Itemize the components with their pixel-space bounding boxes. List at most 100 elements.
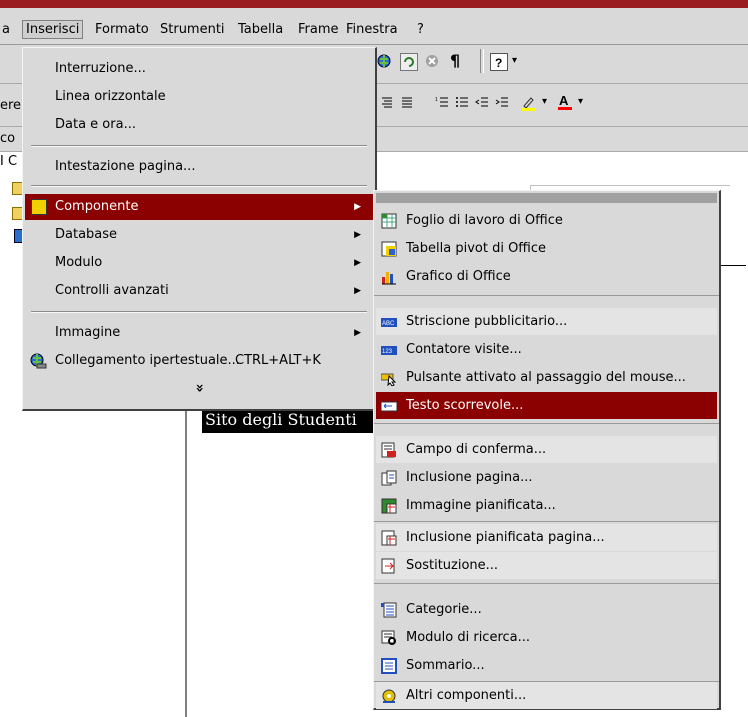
- include-page-icon: [381, 470, 397, 486]
- editor-rule: [530, 185, 730, 186]
- pilcrow-icon[interactable]: ¶: [450, 51, 460, 70]
- menu-frame[interactable]: Frame: [298, 22, 339, 37]
- submenu-item-label: Contatore visite...: [406, 342, 522, 357]
- folder-list-header-fragment: I C: [0, 154, 18, 169]
- submenu-item-altri-componenti[interactable]: Altri componenti...: [376, 682, 717, 709]
- submenu-item-categorie[interactable]: Categorie...: [376, 596, 717, 623]
- justify-icon[interactable]: [400, 96, 414, 110]
- toolbar-separator: [480, 49, 484, 73]
- submenu-item-label: Tabella pivot di Office: [406, 241, 547, 256]
- menu-formato[interactable]: Formato: [95, 22, 149, 37]
- menu-item-label: Data e ora...: [55, 117, 136, 132]
- component-submenu: Foglio di lavoro di Office Tabella pivot…: [373, 190, 721, 710]
- menu-item-interruzione[interactable]: Interruzione...: [25, 56, 373, 82]
- categories-icon: [381, 602, 397, 618]
- submenu-item-pulsante-hover[interactable]: Pulsante attivato al passaggio del mouse…: [376, 364, 717, 391]
- menu-item-linea-orizzontale[interactable]: Linea orizzontale: [25, 84, 373, 110]
- submenu-item-label: Modulo di ricerca...: [406, 630, 531, 645]
- menu-item-componente[interactable]: Componente ▶: [25, 194, 373, 220]
- numbered-list-icon[interactable]: 1: [435, 96, 449, 110]
- insert-menu: Interruzione... Linea orizzontale Data e…: [22, 47, 377, 411]
- svg-text:?: ?: [495, 56, 502, 70]
- submenu-item-label: Sommario...: [406, 658, 485, 673]
- font-color-icon[interactable]: A: [556, 92, 574, 112]
- submenu-item-label: Grafico di Office: [406, 269, 511, 284]
- submenu-item-label: Foglio di lavoro di Office: [406, 213, 563, 228]
- submenu-item-sostituzione[interactable]: Sostituzione...: [376, 552, 717, 579]
- submenu-separator: [374, 295, 719, 296]
- marquee-icon: [381, 401, 397, 412]
- svg-text:ABC: ABC: [382, 321, 395, 327]
- submenu-item-tabella-pivot[interactable]: Tabella pivot di Office: [376, 235, 717, 262]
- search-form-icon: [381, 630, 396, 645]
- menu-finestra[interactable]: Finestra: [346, 22, 398, 37]
- submenu-item-sommario[interactable]: Sommario...: [376, 652, 717, 679]
- svg-text:A: A: [559, 93, 569, 108]
- submenu-item-grafico[interactable]: Grafico di Office: [376, 263, 717, 290]
- stop-icon[interactable]: [424, 53, 440, 69]
- align-right-icon[interactable]: [380, 96, 394, 110]
- expand-menu-icon[interactable]: »: [192, 383, 208, 392]
- submenu-item-testo-scorrevole[interactable]: Testo scorrevole...: [376, 392, 717, 419]
- submenu-separator: [374, 423, 719, 424]
- globe-icon[interactable]: [376, 53, 392, 69]
- highlight-dropdown-icon[interactable]: ▾: [542, 96, 547, 107]
- submenu-item-inclusione-pianificata[interactable]: Inclusione pianificata pagina...: [376, 524, 717, 551]
- submenu-item-campo-di-conferma[interactable]: Campo di conferma...: [376, 436, 717, 463]
- submenu-item-label: Sostituzione...: [406, 558, 499, 573]
- menu-bar: a Inserisci Formato Strumenti Tabella Fr…: [0, 8, 748, 45]
- menu-help[interactable]: ?: [417, 22, 424, 37]
- svg-text:123: 123: [382, 349, 393, 355]
- menu-item-label: Interruzione...: [55, 61, 146, 76]
- submenu-item-striscione[interactable]: ABC Striscione pubblicitario...: [376, 308, 717, 335]
- menu-item-controlli-avanzati[interactable]: Controlli avanzati ▶: [25, 278, 373, 304]
- menu-item-label: Immagine: [55, 325, 121, 340]
- other-components-icon: [382, 689, 396, 703]
- menu-item-intestazione-pagina[interactable]: Intestazione pagina...: [25, 154, 373, 180]
- submenu-item-label: Pulsante attivato al passaggio del mouse…: [406, 370, 686, 385]
- counter-icon: 123: [381, 346, 397, 355]
- menu-item-immagine[interactable]: Immagine ▶: [25, 320, 373, 346]
- menu-item-data-e-ora[interactable]: Data e ora...: [25, 112, 373, 138]
- refresh-icon[interactable]: [400, 53, 418, 71]
- component-icon: [31, 199, 47, 215]
- submenu-item-immagine-pianificata[interactable]: Immagine pianificata...: [376, 492, 717, 519]
- chart-icon: [382, 272, 396, 285]
- submenu-item-label: Testo scorrevole...: [406, 398, 524, 413]
- menu-item-database[interactable]: Database ▶: [25, 222, 373, 248]
- scheduled-include-icon: [381, 530, 397, 546]
- submenu-item-foglio-di-lavoro[interactable]: Foglio di lavoro di Office: [376, 207, 717, 234]
- submenu-arrow-icon: ▶: [354, 202, 361, 212]
- submenu-separator: [374, 521, 719, 522]
- submenu-item-label: Categorie...: [406, 602, 482, 617]
- menu-item-collegamento[interactable]: Collegamento ipertestuale... CTRL+ALT+K: [25, 348, 373, 374]
- submenu-title-strip: [376, 193, 717, 203]
- hyperlink-globe-icon: [29, 352, 47, 370]
- submenu-item-label: Inclusione pianificata pagina...: [406, 530, 605, 545]
- confirmation-field-icon: [381, 442, 396, 458]
- highlight-icon[interactable]: [520, 94, 538, 112]
- menu-item-modulo[interactable]: Modulo ▶: [25, 250, 373, 276]
- submenu-item-modulo-di-ricerca[interactable]: Modulo di ricerca...: [376, 624, 717, 651]
- submenu-arrow-icon: ▶: [354, 286, 361, 296]
- bulleted-list-icon[interactable]: [455, 96, 469, 110]
- submenu-item-contatore-visite[interactable]: 123 Contatore visite...: [376, 336, 717, 363]
- submenu-arrow-icon: ▶: [354, 258, 361, 268]
- help-icon[interactable]: ?: [490, 53, 508, 71]
- substitution-icon: [381, 558, 395, 574]
- font-color-dropdown-icon[interactable]: ▾: [578, 96, 583, 107]
- banner-icon: ABC: [381, 318, 397, 327]
- menu-bar-item-partial[interactable]: a: [2, 22, 10, 37]
- menu-inserisci[interactable]: Inserisci: [22, 20, 84, 39]
- submenu-item-inclusione-pagina[interactable]: Inclusione pagina...: [376, 464, 717, 491]
- spreadsheet-icon: [381, 213, 397, 229]
- hover-button-icon: [381, 373, 397, 386]
- menu-strumenti[interactable]: Strumenti: [160, 22, 225, 37]
- decrease-indent-icon[interactable]: [475, 96, 489, 110]
- menu-tabella[interactable]: Tabella: [238, 22, 283, 37]
- increase-indent-icon[interactable]: [495, 96, 509, 110]
- menu-item-label: Collegamento ipertestuale...: [55, 353, 240, 368]
- menu-item-label: Controlli avanzati: [55, 283, 169, 298]
- menu-separator: [31, 311, 367, 313]
- dropdown-arrow-icon[interactable]: ▾: [512, 55, 517, 66]
